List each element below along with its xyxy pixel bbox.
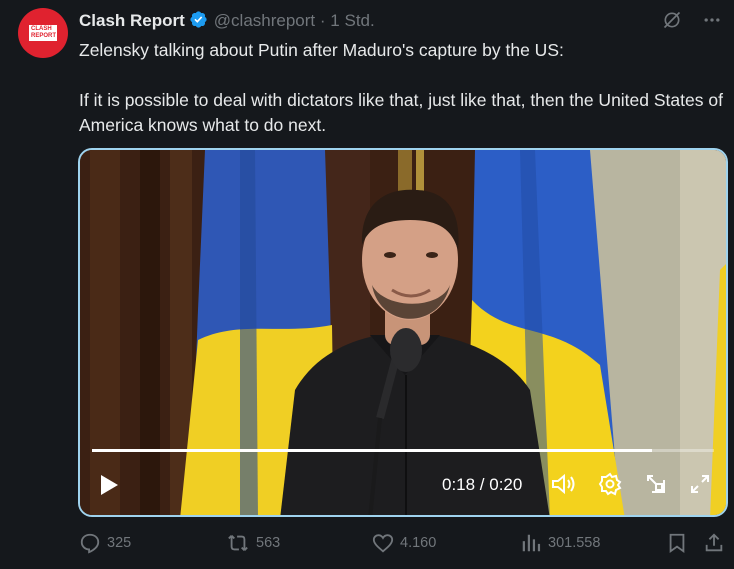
fullscreen-icon <box>691 475 709 493</box>
repost-button[interactable]: 563 <box>226 532 280 554</box>
play-button[interactable] <box>98 473 120 502</box>
author-handle[interactable]: @clashreport <box>214 11 315 30</box>
volume-button[interactable] <box>550 472 576 501</box>
repost-count: 563 <box>256 535 281 551</box>
share-icon <box>705 533 723 552</box>
verified-badge-icon[interactable] <box>189 10 208 34</box>
fullscreen-button[interactable] <box>688 472 712 501</box>
settings-icon <box>598 472 622 496</box>
tweet-header: Clash Report @clashreport · 1 Std. <box>79 10 722 32</box>
reply-button[interactable]: 325 <box>79 532 131 554</box>
play-icon <box>101 475 118 495</box>
progress-fill <box>92 449 652 452</box>
picture-in-picture-button[interactable] <box>644 472 668 501</box>
avatar-logo: CLASH REPORT <box>29 25 57 41</box>
like-count: 4.160 <box>400 535 437 551</box>
video-timecode: 0:18 / 0:20 <box>442 475 523 494</box>
reply-count: 325 <box>107 535 132 551</box>
views-count: 301.558 <box>548 535 601 551</box>
like-icon <box>372 534 394 553</box>
video-player[interactable]: 0:18 / 0:20 <box>78 148 728 517</box>
more-icon[interactable] <box>702 10 722 35</box>
bookmark-button[interactable] <box>666 532 688 554</box>
progress-bar[interactable] <box>92 449 714 452</box>
settings-button[interactable] <box>598 472 622 501</box>
repost-icon <box>228 535 248 551</box>
reply-icon <box>80 533 100 554</box>
author-name[interactable]: Clash Report <box>79 11 185 30</box>
grok-icon[interactable] <box>662 10 682 35</box>
picture-in-picture-icon <box>647 475 665 493</box>
separator: · <box>319 11 326 30</box>
bookmark-icon <box>669 533 685 554</box>
tweet-time[interactable]: 1 Std. <box>330 11 374 30</box>
tweet-text: Zelensky talking about Putin after Madur… <box>79 40 723 135</box>
header-actions <box>662 10 722 35</box>
volume-icon <box>552 473 575 495</box>
share-button[interactable] <box>703 532 725 554</box>
views-button[interactable]: 301.558 <box>520 532 600 554</box>
video-controls: 0:18 / 0:20 <box>80 455 726 515</box>
tweet-actions: 325 563 4.160 301.558 <box>79 532 725 558</box>
views-icon <box>522 534 541 552</box>
like-button[interactable]: 4.160 <box>372 532 436 554</box>
avatar[interactable]: CLASH REPORT <box>18 8 68 58</box>
